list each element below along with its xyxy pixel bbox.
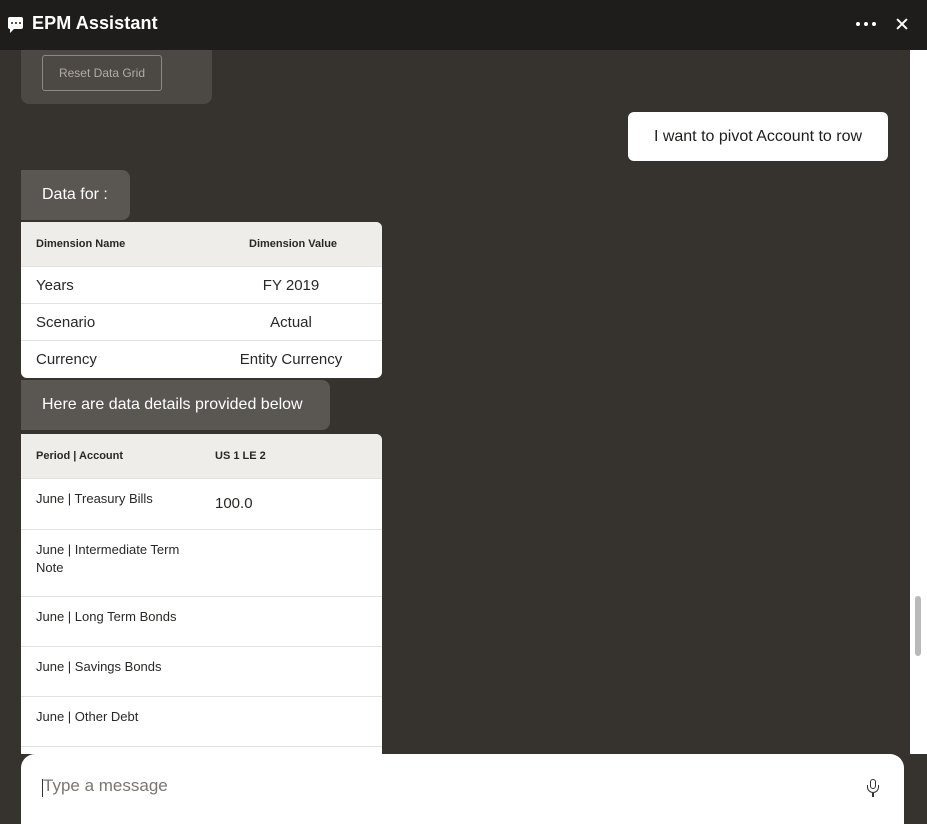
table-header: Dimension Name Dimension Value	[21, 222, 382, 266]
table-row: Scenario Actual	[21, 303, 382, 340]
table-row: June | Other Debt	[21, 696, 382, 746]
table-cell: Actual	[270, 314, 312, 331]
table-row: June | Treasury Bills 100.0	[21, 478, 382, 529]
table-row: Years FY 2019	[21, 266, 382, 303]
message-input[interactable]: Type a message	[43, 776, 168, 796]
table-row: June | Long Term Bonds	[21, 596, 382, 646]
title-bar: EPM Assistant	[0, 0, 927, 50]
message-composer: Type a message	[21, 754, 904, 824]
table-cell: Years	[36, 277, 74, 294]
table-cell: June | Treasury Bills	[36, 491, 153, 506]
dimension-table: Dimension Name Dimension Value Years FY …	[21, 222, 382, 378]
table-row: June | Intermediate Term Note	[21, 529, 382, 596]
table-header: Period | Account US 1 LE 2	[21, 434, 382, 478]
table-row: June | Savings Bonds	[21, 646, 382, 696]
bot-message: Here are data details provided below	[21, 380, 330, 430]
chat-panel: Reset Data Grid I want to pivot Account …	[0, 50, 910, 754]
table-row: Currency Entity Currency	[21, 340, 382, 377]
table-cell: June | Other Debt	[36, 709, 139, 724]
data-table: Period | Account US 1 LE 2 June | Treasu…	[21, 434, 382, 754]
chat-scrollbar[interactable]	[910, 50, 927, 754]
more-options-icon[interactable]	[856, 22, 876, 27]
table-cell: June | Savings Bonds	[36, 659, 162, 674]
table-cell: 100.0	[215, 495, 253, 512]
chat-bubble-icon	[8, 17, 23, 33]
column-header: Period | Account	[36, 450, 124, 462]
window-title: EPM Assistant	[32, 13, 158, 33]
close-icon[interactable]	[893, 15, 911, 33]
column-header: US 1 LE 2	[215, 450, 266, 462]
table-cell: Scenario	[36, 314, 96, 331]
table-cell: Currency	[36, 351, 97, 368]
user-message: I want to pivot Account to row	[628, 112, 888, 161]
table-cell: FY 2019	[262, 277, 320, 294]
scrollbar-thumb[interactable]	[915, 596, 921, 656]
bot-message: Data for :	[21, 170, 130, 220]
microphone-icon[interactable]	[866, 779, 880, 799]
column-header: Dimension Value	[249, 238, 338, 250]
column-header: Dimension Name	[36, 238, 126, 250]
table-cell: June | Intermediate Term Note	[36, 542, 180, 575]
table-cell: June | Long Term Bonds	[36, 609, 177, 624]
table-cell: Entity Currency	[239, 351, 343, 368]
reset-data-grid-button[interactable]: Reset Data Grid	[42, 55, 162, 91]
bot-card: Reset Data Grid	[21, 50, 212, 104]
table-row	[21, 746, 382, 754]
